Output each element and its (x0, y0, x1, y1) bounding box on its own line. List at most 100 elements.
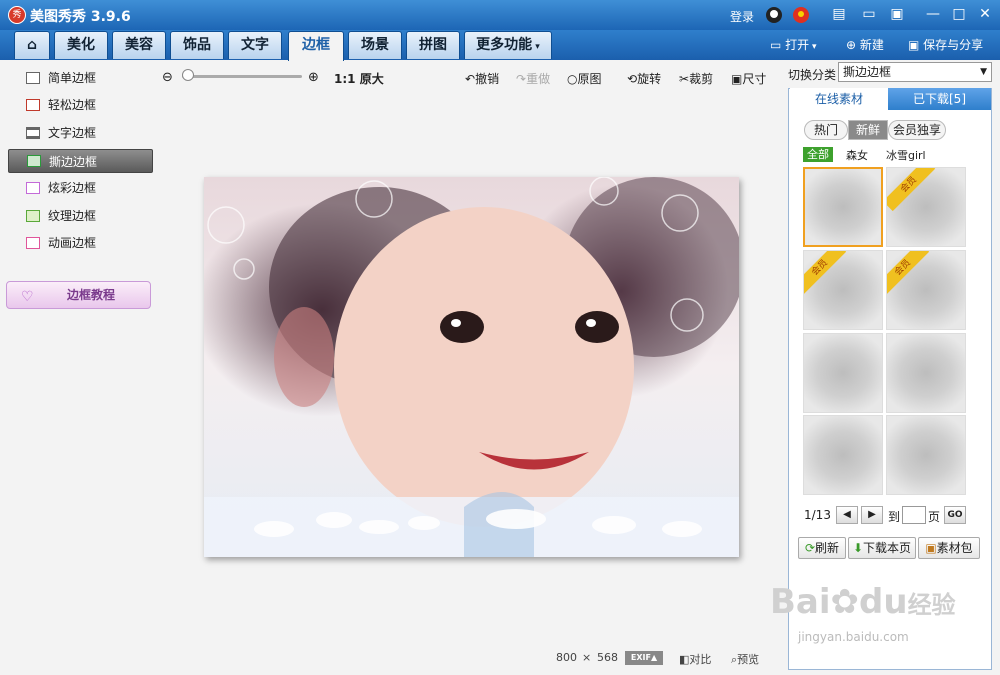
go-button[interactable]: GO (944, 506, 966, 524)
page-unit-label: 页 (928, 510, 941, 524)
scissors-icon: ✂ (679, 72, 690, 86)
material-thumb[interactable]: 会员 (886, 167, 966, 247)
zoom-slider-handle[interactable] (182, 69, 194, 81)
login-link[interactable]: 登录 (730, 8, 754, 25)
tutorial-label: 边框教程 (67, 288, 116, 302)
rotate-button[interactable]: ⟲旋转 (627, 70, 661, 87)
undo-label: 撤销 (475, 72, 500, 86)
category-simple[interactable]: 简单边框 (8, 66, 153, 90)
tab-collage[interactable]: 拼图 (406, 31, 460, 59)
category-animation[interactable]: 动画边框 (8, 231, 153, 255)
compare-button[interactable]: ◧对比 (679, 651, 711, 667)
goto-label: 到 (888, 510, 901, 524)
undo-button[interactable]: ↶撤销 (465, 70, 499, 87)
tab-downloaded[interactable]: 已下载[5] (888, 88, 991, 110)
sort-member[interactable]: 会员独享 (888, 120, 946, 140)
material-package-button[interactable]: ▣素材包 (918, 537, 980, 559)
zoom-ratio: 1:1 (334, 72, 356, 86)
tab-beauty[interactable]: 美容 (112, 31, 166, 59)
plus-icon: ⊕ (846, 38, 860, 52)
prev-page-button[interactable]: ◀ (836, 506, 858, 524)
save-icon: ▣ (908, 38, 924, 52)
chevron-down-icon: ▼ (980, 67, 987, 77)
photo-canvas[interactable] (204, 177, 739, 557)
new-button[interactable]: ⊕ 新建 (846, 36, 884, 53)
open-button[interactable]: ▭ 打开 ▾ (770, 36, 817, 53)
refresh-button[interactable]: ⟳刷新 (798, 537, 846, 559)
save-label: 保存与分享 (923, 38, 984, 52)
material-thumb[interactable] (803, 333, 883, 413)
category-colorful[interactable]: 炫彩边框 (8, 176, 153, 200)
tab-online-material[interactable]: 在线素材 (790, 88, 888, 110)
tab-text[interactable]: 文字 (228, 31, 282, 59)
watermark-text: 经验 (907, 591, 956, 619)
app-title: 美图秀秀 3.9.6 (30, 9, 131, 25)
save-share-button[interactable]: ▣ 保存与分享 (908, 36, 983, 53)
tab-scene[interactable]: 场景 (348, 31, 402, 59)
watermark-url: jingyan.baidu.com (798, 630, 909, 644)
preview-button[interactable]: ⌕预览 (731, 651, 759, 667)
hand-icon: ♡ (21, 289, 34, 305)
tab-frame[interactable]: 边框 (288, 31, 344, 61)
tab-more[interactable]: 更多功能 ▾ (464, 31, 552, 59)
rotate-icon: ⟲ (627, 72, 638, 86)
frame-tutorial-button[interactable]: ♡ 边框教程 (6, 281, 151, 309)
original-button[interactable]: ○原图 (567, 70, 602, 87)
zoom-out-icon[interactable]: ⊖ (162, 70, 173, 85)
category-text[interactable]: 文字边框 (8, 121, 153, 145)
frame-icon (26, 182, 40, 194)
resize-button[interactable]: ▣尺寸 (731, 70, 766, 87)
material-thumb[interactable] (886, 415, 966, 495)
page-input[interactable] (902, 506, 926, 524)
tab-beautify[interactable]: 美化 (54, 31, 108, 59)
folder-icon: ▭ (770, 38, 786, 52)
category-easy[interactable]: 轻松边框 (8, 93, 153, 117)
qq-icon[interactable] (766, 7, 782, 23)
category-select[interactable]: 撕边边框 ▼ (838, 62, 992, 82)
frame-icon (26, 99, 40, 111)
material-thumb[interactable] (886, 333, 966, 413)
sort-hot[interactable]: 热门 (804, 120, 848, 140)
zoom-in-icon[interactable]: ⊕ (308, 70, 319, 85)
filter-ice-girl[interactable]: 冰雪girl (886, 147, 926, 163)
maximize-icon[interactable]: □ (948, 5, 970, 23)
download-page-button[interactable]: ⬇下载本页 (848, 537, 916, 559)
exif-button[interactable]: EXIF▲ (625, 651, 663, 665)
next-page-button[interactable]: ▶ (861, 506, 883, 524)
material-thumb[interactable]: 会员 (803, 250, 883, 330)
category-select-value: 撕边边框 (843, 65, 892, 79)
redo-button[interactable]: ↷重做 (516, 70, 550, 87)
undo-icon: ↶ (465, 72, 476, 86)
original-size-button[interactable]: 1:1 原大 (334, 70, 384, 87)
page-indicator: 1/13 (804, 508, 831, 522)
new-label: 新建 (859, 38, 884, 52)
category-torn[interactable]: 撕边边框 (8, 149, 153, 173)
category-texture[interactable]: 纹理边框 (8, 204, 153, 228)
home-tab[interactable]: ⌂ (14, 31, 50, 59)
filter-forest-girl[interactable]: 森女 (846, 147, 868, 163)
weibo-icon[interactable] (793, 7, 809, 23)
close-icon[interactable]: ✕ (974, 5, 996, 23)
material-thumb[interactable]: 会员 (886, 250, 966, 330)
download-icon: ⬇ (852, 541, 864, 555)
sort-new[interactable]: 新鲜 (848, 120, 888, 140)
tab-accessories[interactable]: 饰品 (170, 31, 224, 59)
resize-label: 尺寸 (742, 72, 767, 86)
material-thumb[interactable] (803, 415, 883, 495)
feedback-icon[interactable]: ▭ (858, 5, 880, 23)
compare-label: 对比 (689, 653, 712, 666)
refresh-label: 刷新 (815, 541, 840, 555)
title-bar (0, 0, 1000, 30)
crop-label: 裁剪 (689, 72, 714, 86)
crop-button[interactable]: ✂裁剪 (679, 70, 713, 87)
filter-all[interactable]: 全部 (803, 147, 833, 162)
frame-icon (26, 127, 40, 139)
material-thumb[interactable] (803, 167, 883, 247)
zoom-slider[interactable] (182, 75, 302, 78)
menu-icon[interactable]: ▣ (886, 5, 908, 23)
frame-icon (26, 237, 40, 249)
member-badge: 会员 (887, 251, 930, 295)
skin-icon[interactable]: ▤ (828, 5, 850, 23)
minimize-icon[interactable]: — (922, 5, 944, 23)
original-label: 原图 (577, 72, 602, 86)
